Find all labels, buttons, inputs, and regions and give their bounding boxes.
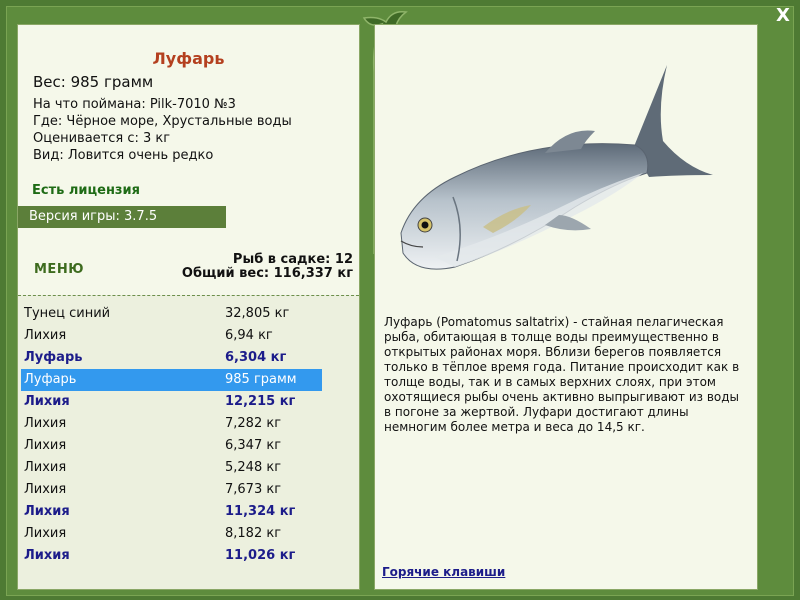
catch-weight: 11,324 кг [225,504,296,519]
catch-name: Тунец синий [24,306,111,321]
divider [18,295,359,296]
catch-name: Луфарь [24,350,83,365]
cage-stats: Рыб в садке: 12 Общий вес: 116,337 кг [182,253,353,281]
catch-weight: 6,347 кг [225,438,282,453]
fish-description: Луфарь (Pomatomus saltatrix) - стайная п… [384,315,740,434]
license-status: Есть лицензия [32,183,140,198]
catch-weight: 8,182 кг [225,526,282,541]
catch-weight: 32,805 кг [225,306,290,321]
list-item[interactable]: Лихия 8,182 кг [18,523,359,545]
list-item[interactable]: Лихия 12,215 кг [18,391,359,413]
catch-weight: 7,282 кг [225,416,282,431]
detail-location: Где: Чёрное море, Хрустальные воды [33,114,292,129]
list-item[interactable]: Лихия 11,026 кг [18,545,359,567]
list-item[interactable]: Лихия 5,248 кг [18,457,359,479]
catch-name: Луфарь [24,372,77,387]
detail-rating: Оценивается с: 3 кг [33,131,171,146]
list-item[interactable]: Лихия 6,347 кг [18,435,359,457]
list-item[interactable]: Лихия 7,282 кг [18,413,359,435]
bluefish-image [400,65,713,270]
fish-details: На что поймана: Pilk-7010 №3 Где: Чёрное… [33,96,292,164]
list-item[interactable]: Тунец синий 32,805 кг [18,303,359,325]
hotkeys-link[interactable]: Горячие клавиши [382,565,505,579]
list-item[interactable]: Лихия 7,673 кг [18,479,359,501]
catch-name: Лихия [24,548,70,563]
menu-button[interactable]: МЕНЮ [34,262,84,277]
catch-name: Лихия [24,394,70,409]
list-item[interactable]: Лихия 6,94 кг [18,325,359,347]
catch-weight: 12,215 кг [225,394,296,409]
fish-weight: Вес: 985 грамм [33,73,154,91]
cage-total-weight: Общий вес: 116,337 кг [181,266,353,281]
catch-name: Лихия [24,482,67,497]
fish-description-panel: Луфарь (Pomatomus saltatrix) - стайная п… [374,24,758,590]
catch-weight: 7,673 кг [225,482,282,497]
catch-weight: 6,304 кг [225,350,287,365]
fish-title: Луфарь [152,49,225,68]
catch-name: Лихия [24,438,67,453]
fish-info-area: Луфарь Вес: 985 грамм На что поймана: Pi… [18,25,359,295]
catch-list: Тунец синий 32,805 кг Лихия 6,94 кг Луфа… [18,303,359,567]
catch-name: Лихия [24,460,67,475]
detail-rarity: Вид: Ловится очень редко [33,148,214,163]
catch-name: Лихия [24,504,70,519]
catch-weight: 5,248 кг [225,460,282,475]
catch-weight: 985 грамм [225,372,297,387]
list-item-selected[interactable]: Луфарь 985 грамм [18,369,359,391]
game-version: Версия игры: 3.7.5 [18,206,226,228]
list-item[interactable]: Луфарь 6,304 кг [18,347,359,369]
catch-weight: 6,94 кг [225,328,273,343]
catch-name: Лихия [24,416,67,431]
cage-count: Рыб в садке: 12 [232,252,353,267]
catch-name: Лихия [24,328,67,343]
catch-weight: 11,026 кг [225,548,296,563]
close-button[interactable]: X [772,5,794,27]
list-item[interactable]: Лихия 11,324 кг [18,501,359,523]
catch-name: Лихия [24,526,67,541]
detail-bait: На что поймана: Pilk-7010 №3 [33,97,236,112]
fish-info-panel: Луфарь Вес: 985 грамм На что поймана: Pi… [17,24,360,590]
